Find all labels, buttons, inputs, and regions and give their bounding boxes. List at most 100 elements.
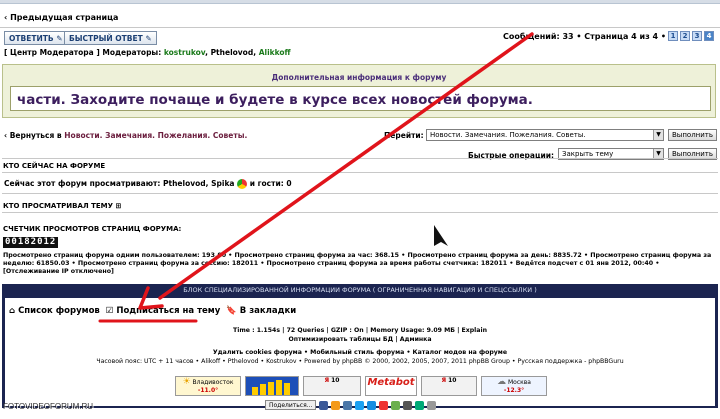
viewed-heading[interactable]: КТО ПРОСМАТРИВАЛ ТЕМУ ⊞ [3, 202, 121, 210]
livejournal-icon[interactable] [391, 400, 401, 410]
watermark: FOTOVIDEOFORUM.RU [3, 402, 94, 411]
online-users[interactable]: Pthelovod, Spika [163, 179, 235, 188]
chevron-down-icon: ▼ [653, 130, 663, 140]
cy-value: 10 [331, 377, 340, 384]
more-icon[interactable] [427, 400, 437, 410]
yandex-logo-icon: Я [441, 377, 447, 384]
cookies-links[interactable]: Удалить cookies форума • Мобильный стиль… [5, 349, 715, 356]
odnoklassniki-icon[interactable] [331, 400, 341, 410]
moderator-pthelovod[interactable]: Pthelovod [211, 48, 254, 57]
moderator-center-link[interactable]: [ Центр Модератора ] [4, 48, 100, 57]
weather-banner-vladivostok[interactable]: ☀ Владивосток -11.0° [175, 376, 241, 396]
counter-heading: СЧЕТЧИК ПРОСМОТРОВ СТРАНИЦ ФОРУМА: [3, 225, 182, 233]
additional-info-box: Дополнительная информация к форуму части… [2, 64, 716, 118]
share-button[interactable]: Поделиться... [265, 400, 317, 410]
reply-button-label: ОТВЕТИТЬ [9, 34, 54, 43]
divider [2, 212, 718, 213]
info-text: части. Заходите почаще и будете в курсе … [17, 92, 533, 108]
mailru-icon[interactable] [367, 400, 377, 410]
quick-reply-button[interactable]: БЫСТРЫЙ ОТВЕТ ✎ [64, 31, 157, 45]
cloud-icon: ☁ [497, 377, 507, 387]
jump-go-button[interactable]: Выполнить [668, 129, 717, 141]
prev-page-label: Предыдущая страница [10, 13, 119, 22]
moderator-kostrukov[interactable]: kostrukov [164, 48, 205, 57]
top-strip [0, 0, 720, 4]
prev-page-link[interactable]: ‹ Предыдущая страница [4, 13, 118, 22]
counter-stats: Просмотрено страниц форума одним пользов… [3, 252, 715, 276]
debug-info: Time : 1.154s | 72 Queries | GZIP : On |… [232, 327, 487, 334]
jump-select-value: Новости. Замечания. Пожелания. Советы. [430, 131, 586, 139]
pagination: Сообщений: 33 • Страница 4 из 4 • 1 2 3 … [503, 31, 714, 41]
weather-banner-moscow[interactable]: ☁ Москва -12.3° [481, 376, 547, 396]
divider [2, 172, 718, 173]
metabot-logo: Metabot [367, 377, 415, 388]
divider [2, 193, 718, 194]
checkbox-icon: ☑ [105, 306, 114, 316]
weather2-temp: -12.3° [503, 387, 525, 394]
cy-value-2: 10 [448, 377, 457, 384]
print-icon[interactable] [403, 400, 413, 410]
metabot-banner[interactable]: Metabot [365, 376, 417, 396]
who-online-text: Сейчас этот форум просматривают: Pthelov… [4, 179, 292, 189]
timezone-line: Часовой пояс: UTC + 11 часов • Alikoff •… [96, 358, 624, 365]
share-row: Поделиться... [265, 400, 437, 410]
footer-info-panel: БЛОК СПЕЦИАЛИЗИРОВАННОЙ ИНФОРМАЦИИ ФОРУМ… [2, 284, 718, 410]
weather2-city: Москва [507, 379, 531, 386]
facebook-icon[interactable] [319, 400, 329, 410]
mouse-cursor-icon [434, 225, 448, 246]
bar-graph-icon [252, 380, 290, 395]
footer-panel-body: ⌂ Список форумов ☑ Подписаться на тему 🔖… [5, 298, 715, 410]
quick-reply-icon: ✎ [145, 34, 152, 43]
sun-icon: ☀ [182, 377, 191, 387]
yandex-cy-banner[interactable]: Я 10 [303, 376, 361, 396]
viewed-heading-label: КТО ПРОСМАТРИВАЛ ТЕМУ [3, 202, 114, 210]
yandex-cy-banner-2[interactable]: Я 10 [421, 376, 477, 396]
who-online-suffix: и гости: 0 [249, 179, 292, 188]
weather1-city: Владивосток [192, 379, 234, 386]
quick-reply-label: БЫСТРЫЙ ОТВЕТ [69, 34, 143, 43]
page-3[interactable]: 3 [692, 31, 702, 41]
page-2[interactable]: 2 [680, 31, 690, 41]
forum-list-link[interactable]: Список форумов [18, 306, 100, 316]
who-online-heading: КТО СЕЙЧАС НА ФОРУМЕ [3, 162, 106, 170]
twitter-icon[interactable] [355, 400, 365, 410]
divider [2, 158, 718, 159]
page-1[interactable]: 1 [668, 31, 678, 41]
optimize-links[interactable]: Оптимизировать таблицы БД | Админка [5, 336, 715, 343]
subscribe-link[interactable]: Подписаться на тему [116, 306, 220, 316]
quick-ops-value: Закрыть тему [562, 150, 614, 158]
back-forum-link[interactable]: Новости. Замечания. Пожелания. Советы. [64, 131, 247, 140]
moderators-line: [ Центр Модератора ] Модераторы: kostruk… [4, 48, 291, 57]
reply-icon: ✎ [56, 34, 63, 43]
yandex-icon[interactable] [379, 400, 389, 410]
divider [0, 27, 720, 28]
expand-icon: ⊞ [115, 202, 122, 210]
email-icon[interactable] [415, 400, 425, 410]
moderators-label: Модераторы: [102, 48, 162, 57]
back-prefix: Вернуться в [9, 131, 62, 140]
stats-line-1: Просмотрено страниц форума одним пользов… [3, 252, 712, 259]
footer-panel-heading: БЛОК СПЕЦИАЛИЗИРОВАННОЙ ИНФОРМАЦИИ ФОРУМ… [183, 286, 537, 294]
footer-nav-row: ⌂ Список форумов ☑ Подписаться на тему 🔖… [9, 306, 296, 316]
back-to-forum: ‹ Вернуться в Новости. Замечания. Пожела… [4, 131, 248, 140]
home-icon: ⌂ [9, 306, 16, 316]
jump-select[interactable]: Новости. Замечания. Пожелания. Советы. ▼ [426, 129, 664, 141]
bookmarks-link[interactable]: В закладки [240, 306, 296, 316]
page-view-counter: 00182012 [3, 237, 59, 248]
weather1-temp: -11.0° [197, 387, 219, 394]
vk-icon[interactable] [343, 400, 353, 410]
jump-label: Перейти: [384, 131, 424, 140]
info-marquee: части. Заходите почаще и будете в курсе … [10, 86, 711, 111]
who-online-prefix: Сейчас этот форум просматривают: [4, 179, 161, 188]
browser-icon [237, 179, 248, 189]
stats-line-3: [Отслеживание IP отключено] [3, 268, 114, 275]
bookmark-icon: 🔖 [226, 306, 237, 316]
page-4-current: 4 [704, 31, 714, 41]
pagination-text: Сообщений: 33 • Страница 4 из 4 • [503, 31, 666, 41]
moderator-alikkoff[interactable]: Alikkoff [259, 48, 291, 57]
info-heading: Дополнительная информация к форуму [271, 73, 447, 82]
stats-banner[interactable] [245, 376, 299, 396]
reply-button[interactable]: ОТВЕТИТЬ ✎ [4, 31, 68, 45]
yandex-logo-icon: Я [324, 377, 330, 384]
stats-line-2: неделю: 61850.03 • Просмотрено страниц ф… [3, 260, 660, 267]
